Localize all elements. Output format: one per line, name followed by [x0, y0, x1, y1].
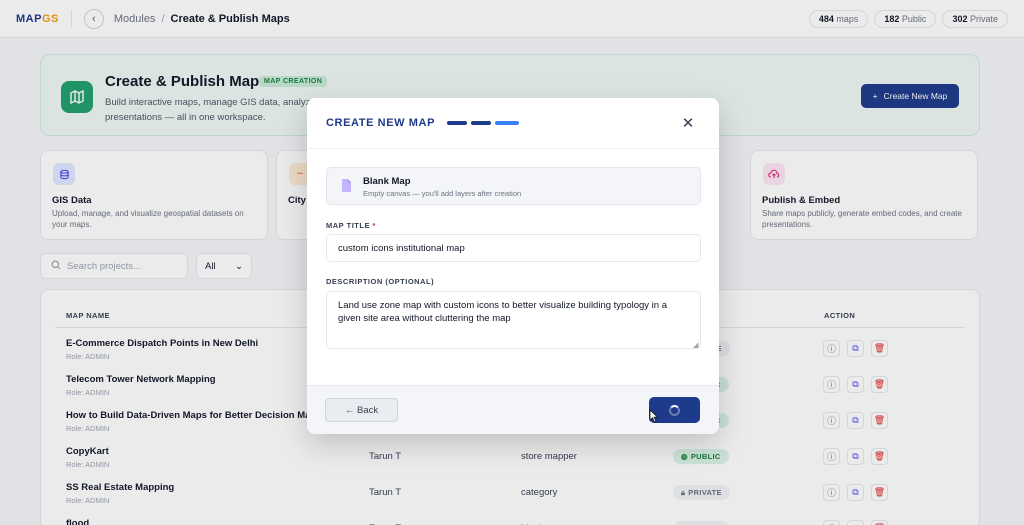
close-icon[interactable]: ✕ [677, 112, 699, 134]
description-textarea[interactable]: Land use zone map with custom icons to b… [326, 291, 701, 349]
step-indicator [447, 121, 519, 125]
mouse-cursor-icon [649, 409, 659, 423]
template-desc: Empty canvas — you'll add layers after c… [363, 189, 522, 198]
modal-title: CREATE NEW MAP [326, 117, 436, 129]
template-blank-map[interactable]: Blank Map Empty canvas — you'll add laye… [326, 167, 701, 205]
template-title: Blank Map [363, 176, 411, 187]
description-label: DESCRIPTION (OPTIONAL) [326, 277, 435, 286]
step-3 [495, 121, 519, 125]
map-title-label: MAP TITLE * [326, 221, 376, 230]
step-1 [447, 121, 467, 125]
resize-handle-icon[interactable]: ◢ [693, 341, 698, 349]
back-button[interactable]: ← Back [325, 398, 398, 422]
loading-spinner-icon [669, 404, 680, 416]
divider [307, 148, 719, 149]
map-title-input[interactable] [326, 234, 701, 262]
step-2 [471, 121, 491, 125]
create-map-modal: CREATE NEW MAP ✕ Blank Map Empty canvas … [307, 98, 719, 434]
document-icon [341, 179, 351, 193]
